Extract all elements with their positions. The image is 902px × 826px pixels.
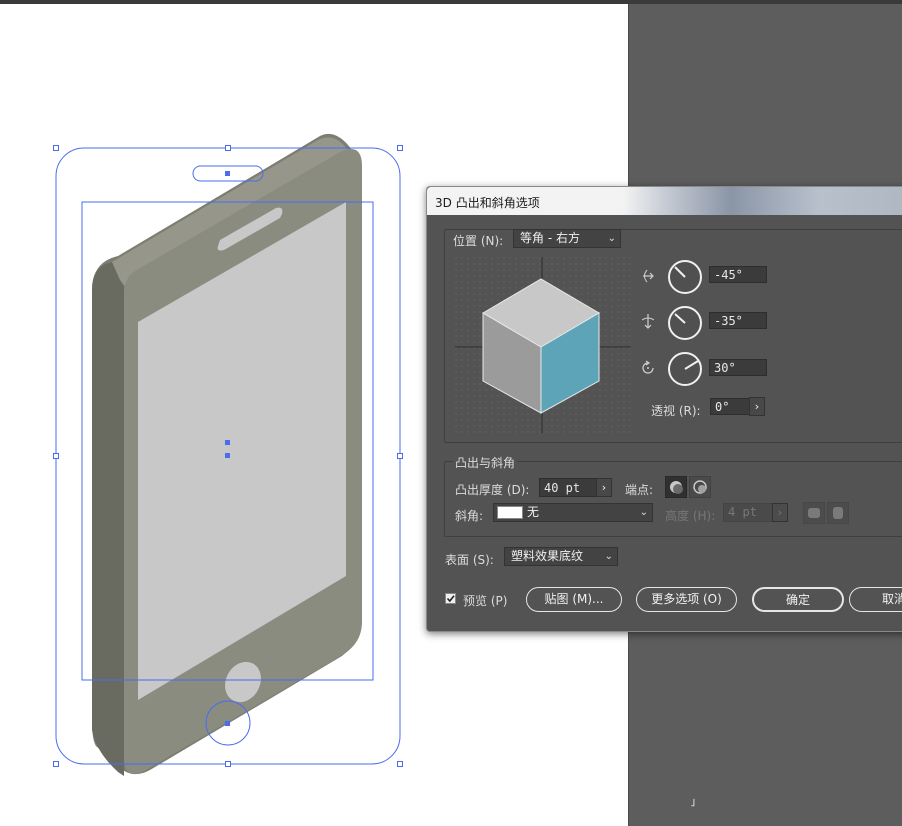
- cancel-button[interactable]: 取消: [849, 587, 902, 612]
- preview-checkbox[interactable]: [445, 593, 456, 604]
- rotate-z-input[interactable]: 30°: [709, 359, 767, 376]
- bevel-height-input[interactable]: 4 pt: [723, 503, 773, 522]
- rotation-cube-preview[interactable]: [455, 257, 631, 433]
- surface-select[interactable]: 塑料效果底纹 ⌄: [504, 547, 618, 566]
- bevel-value: 无: [527, 505, 540, 519]
- bevel-select[interactable]: 无 ⌄: [493, 503, 653, 522]
- bevel-out-icon[interactable]: [803, 502, 825, 524]
- rotate-z-dial[interactable]: [667, 351, 703, 387]
- rotate-x-dial[interactable]: [667, 259, 703, 295]
- dialog-titlebar[interactable]: 3D 凸出和斜角选项: [427, 187, 902, 215]
- position-label: 位置 (N):: [453, 234, 504, 248]
- dialog-title: 3D 凸出和斜角选项: [435, 196, 540, 210]
- position-preset-value: 等角 - 右方: [520, 231, 580, 245]
- cap-off-icon[interactable]: [689, 476, 711, 498]
- extrude-bevel-frame: [444, 461, 902, 537]
- map-button[interactable]: 贴图 (M)...: [526, 587, 622, 612]
- bevel-height-label: 高度 (H):: [665, 509, 716, 523]
- cap-label: 端点:: [625, 483, 654, 497]
- rotate-z-axis-icon: [642, 360, 654, 374]
- rotate-y-axis-icon: [641, 314, 655, 329]
- rotate-y-dial[interactable]: [667, 305, 703, 341]
- cursor-icon: ˩: [690, 796, 696, 809]
- chevron-down-icon: ⌄: [639, 507, 648, 518]
- preview-label[interactable]: 预览 (P): [463, 592, 507, 609]
- perspective-input[interactable]: 0°: [710, 398, 750, 415]
- cap-on-icon[interactable]: [665, 476, 687, 498]
- surface-value: 塑料效果底纹: [511, 549, 584, 563]
- position-preset-select[interactable]: 等角 - 右方 ⌄: [513, 229, 621, 248]
- perspective-label: 透视 (R):: [651, 404, 701, 418]
- 3d-extrude-bevel-dialog: 3D 凸出和斜角选项 位置 (N): 等角 - 右方 ⌄ -45° -35° 3…: [426, 186, 902, 632]
- checkmark-icon: [446, 595, 455, 603]
- surface-label: 表面 (S):: [445, 553, 494, 567]
- more-options-button[interactable]: 更多选项 (O): [636, 587, 737, 612]
- rotate-y-input[interactable]: -35°: [709, 312, 767, 329]
- ok-button[interactable]: 确定: [752, 587, 844, 612]
- extrude-depth-input[interactable]: 40 pt: [539, 478, 597, 497]
- extrude-depth-label: 凸出厚度 (D):: [455, 483, 530, 497]
- rotate-x-input[interactable]: -45°: [709, 266, 767, 283]
- bevel-swatch: [497, 506, 523, 519]
- bevel-height-slider-button[interactable]: ›: [772, 503, 788, 522]
- perspective-slider-button[interactable]: ›: [749, 397, 765, 416]
- rotate-x-axis-icon: [643, 269, 654, 283]
- chevron-down-icon: ⌄: [604, 551, 613, 562]
- extrude-depth-slider-button[interactable]: ›: [596, 478, 612, 497]
- bevel-in-icon[interactable]: [827, 502, 849, 524]
- chevron-down-icon: ⌄: [607, 233, 616, 244]
- bevel-label: 斜角:: [455, 509, 484, 523]
- extrude-bevel-section-label: 凸出与斜角: [453, 454, 518, 471]
